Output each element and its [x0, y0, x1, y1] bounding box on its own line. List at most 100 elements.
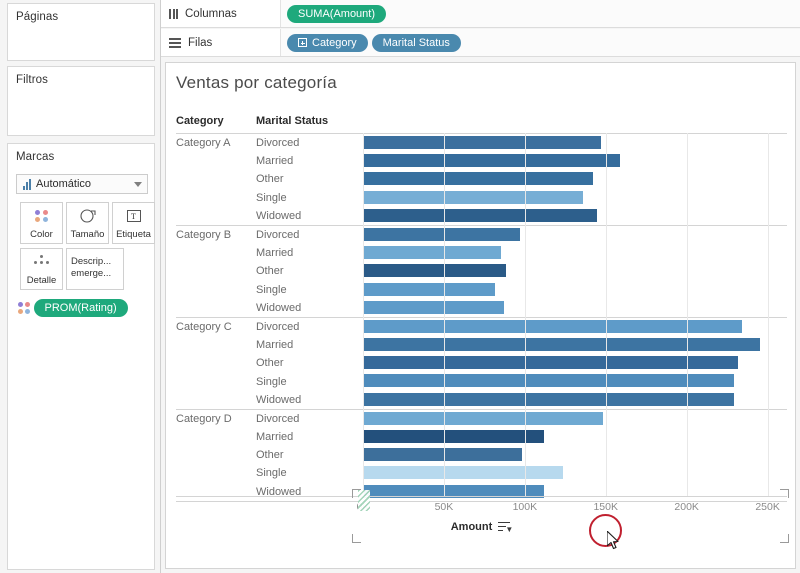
- marital-status-row-label[interactable]: Divorced: [256, 229, 299, 241]
- table-row[interactable]: Married: [176, 152, 787, 170]
- rows-shelf-label: Filas: [188, 36, 213, 49]
- columns-shelf-label-area: Columnas: [161, 0, 281, 27]
- marks-label-button[interactable]: T Etiqueta: [112, 202, 155, 244]
- bar-track: [363, 336, 787, 354]
- marital-status-row-label[interactable]: Divorced: [256, 321, 299, 333]
- marital-status-row-label[interactable]: Other: [256, 173, 284, 185]
- table-row[interactable]: Single: [176, 189, 787, 207]
- marks-color-button[interactable]: Color: [20, 202, 63, 244]
- marital-status-row-label[interactable]: Other: [256, 449, 284, 461]
- table-row[interactable]: Widowed: [176, 207, 787, 225]
- marital-status-row-label[interactable]: Widowed: [256, 302, 301, 314]
- category-group: Category A Divorced Married Other Single Wido…: [176, 133, 787, 225]
- sort-descending-icon[interactable]: ▼: [498, 521, 513, 533]
- text-label-icon: T: [113, 203, 154, 229]
- marital-status-row-label[interactable]: Widowed: [256, 210, 301, 222]
- table-row[interactable]: Divorced: [176, 134, 787, 152]
- mouse-cursor: [607, 531, 619, 550]
- table-row[interactable]: Married: [176, 336, 787, 354]
- pages-card-title: Páginas: [16, 11, 59, 23]
- marital-status-row-label[interactable]: Divorced: [256, 413, 299, 425]
- pill-marital-status[interactable]: Marital Status: [371, 33, 461, 52]
- marital-status-row-label[interactable]: Single: [256, 376, 287, 388]
- bar-track: [363, 262, 787, 280]
- pill-category-label: Category: [312, 36, 357, 49]
- bar-mark[interactable]: [363, 374, 734, 388]
- tableau-worksheet-window: Páginas Filtros Marcas Automático Color …: [0, 0, 800, 573]
- bar-mark[interactable]: [363, 466, 563, 480]
- table-row[interactable]: Single: [176, 281, 787, 299]
- bar-chart-plot-area[interactable]: Category A Divorced Married Other Single Wido…: [176, 133, 787, 502]
- columns-shelf-dropzone[interactable]: SUMA(Amount): [281, 0, 800, 27]
- marks-size-button[interactable]: Tamaño: [66, 202, 109, 244]
- bar-mark[interactable]: [363, 154, 620, 168]
- table-row[interactable]: Divorced: [176, 226, 787, 244]
- rows-shelf-dropzone[interactable]: Category Marital Status: [281, 29, 800, 56]
- bar-mark[interactable]: [363, 319, 742, 333]
- table-row[interactable]: Single: [176, 372, 787, 390]
- marital-status-row-label[interactable]: Single: [256, 192, 287, 204]
- marks-tooltip-button[interactable]: Descrip... emerge...: [66, 248, 124, 290]
- marital-status-row-label[interactable]: Married: [256, 339, 293, 351]
- table-row[interactable]: Divorced: [176, 410, 787, 428]
- bar-mark[interactable]: [363, 246, 502, 260]
- pages-card[interactable]: Páginas: [7, 3, 155, 61]
- columns-shelf[interactable]: Columnas SUMA(Amount): [161, 0, 800, 28]
- marks-card[interactable]: Marcas Automático Color Tamaño T Etiquet…: [7, 143, 155, 570]
- marital-status-row-label[interactable]: Other: [256, 357, 284, 369]
- table-row[interactable]: Widowed: [176, 299, 787, 317]
- bar-mark[interactable]: [363, 430, 545, 443]
- bar-mark[interactable]: [363, 356, 738, 370]
- bar-mark[interactable]: [363, 136, 601, 149]
- bar-mark[interactable]: [363, 172, 593, 186]
- chevron-down-icon[interactable]: [134, 182, 142, 187]
- x-axis-tick-label: 150K: [593, 501, 618, 513]
- pill-category[interactable]: Category: [287, 33, 368, 52]
- bar-mark[interactable]: [363, 227, 520, 241]
- table-row[interactable]: Divorced: [176, 318, 787, 336]
- marital-status-row-label[interactable]: Married: [256, 247, 293, 259]
- category-group: Category D Divorced Married Other Single Wido…: [176, 408, 787, 501]
- marital-status-row-label[interactable]: Other: [256, 265, 284, 277]
- table-row[interactable]: Widowed: [176, 391, 787, 409]
- filters-card-title: Filtros: [16, 74, 49, 86]
- marital-status-row-label[interactable]: Widowed: [256, 394, 301, 406]
- bar-mark[interactable]: [363, 208, 597, 222]
- table-row[interactable]: Other: [176, 354, 787, 372]
- marital-status-row-label[interactable]: Married: [256, 155, 293, 167]
- mark-type-dropdown[interactable]: Automático: [16, 174, 148, 194]
- expand-plus-icon[interactable]: [298, 38, 307, 47]
- bar-mark[interactable]: [363, 392, 735, 406]
- marital-status-row-label[interactable]: Single: [256, 467, 287, 479]
- table-row[interactable]: Other: [176, 446, 787, 464]
- bar-track: [363, 207, 787, 225]
- table-row[interactable]: Single: [176, 464, 787, 482]
- bar-mark[interactable]: [363, 190, 584, 204]
- rows-shelf[interactable]: Filas Category Marital Status: [161, 29, 800, 57]
- table-row[interactable]: Other: [176, 262, 787, 280]
- table-row[interactable]: Other: [176, 170, 787, 188]
- worksheet-canvas[interactable]: Ventas por categoría Category Marital St…: [165, 62, 796, 569]
- marks-detail-button[interactable]: Detalle: [20, 248, 63, 290]
- table-row[interactable]: Married: [176, 244, 787, 262]
- pill-suma-amount[interactable]: SUMA(Amount): [287, 4, 387, 23]
- bar-mark[interactable]: [363, 282, 495, 296]
- header-category: Category: [176, 115, 224, 127]
- bar-mark[interactable]: [363, 338, 761, 352]
- marital-status-row-label[interactable]: Single: [256, 284, 287, 296]
- bar-mark[interactable]: [363, 411, 603, 425]
- marital-status-row-label[interactable]: Divorced: [256, 137, 299, 149]
- color-dots-icon: [21, 203, 62, 229]
- bar-mark[interactable]: [363, 264, 507, 278]
- marks-label-label: Etiqueta: [116, 229, 151, 240]
- bar-mark[interactable]: [363, 448, 522, 462]
- marital-status-row-label[interactable]: Married: [256, 431, 293, 443]
- filters-card[interactable]: Filtros: [7, 66, 155, 136]
- x-axis-title-row: Amount ▼: [176, 521, 787, 541]
- x-axis-tick-label: 100K: [512, 501, 538, 513]
- bar-track: [363, 372, 787, 390]
- bar-mark[interactable]: [363, 300, 504, 314]
- marks-color-field-pill[interactable]: PROM(Rating): [33, 299, 128, 317]
- table-row[interactable]: Married: [176, 428, 787, 446]
- detail-dots-icon: [21, 249, 62, 275]
